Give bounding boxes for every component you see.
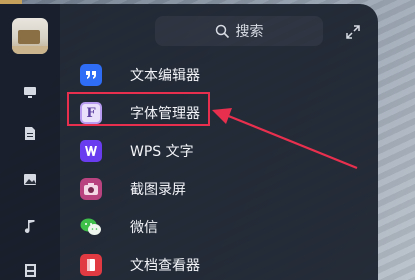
app-label: 微信 (130, 220, 158, 236)
document-icon (25, 126, 35, 140)
avatar[interactable] (12, 18, 48, 54)
music-note-icon (24, 219, 35, 233)
sidebar-item-music[interactable] (22, 217, 38, 233)
search-icon (215, 24, 229, 38)
app-item-wps-writer[interactable]: WPS 文字 (80, 134, 360, 168)
expand-icon[interactable] (346, 25, 360, 39)
app-item-text-editor[interactable]: 文本编辑器 (80, 58, 360, 92)
launcher-sidebar (0, 4, 60, 280)
camera-icon (80, 178, 102, 200)
image-icon (24, 173, 36, 185)
sidebar-item-computer[interactable] (22, 84, 38, 100)
document-icon (80, 254, 102, 276)
wps-w-icon (80, 140, 102, 162)
sidebar-item-documents[interactable] (22, 125, 38, 141)
app-label: 截图录屏 (130, 182, 186, 198)
app-label: 文档查看器 (130, 258, 200, 274)
app-label: 文本编辑器 (130, 68, 200, 84)
film-icon (24, 263, 36, 277)
sidebar-item-pictures[interactable] (22, 171, 38, 187)
app-item-wechat[interactable]: 微信 (80, 210, 360, 244)
app-launcher: 搜索 文本编辑器 F 字体管理器 WPS 文字 截图录屏 微信 文档查看器 (0, 4, 378, 280)
search-box[interactable]: 搜索 (155, 16, 323, 46)
monitor-icon (24, 86, 36, 98)
search-placeholder: 搜索 (235, 24, 264, 40)
wechat-icon (80, 216, 102, 238)
annotation-highlight-box (67, 92, 210, 126)
quote-icon (80, 64, 102, 86)
app-item-screenshot-recorder[interactable]: 截图录屏 (80, 172, 360, 206)
app-item-document-viewer[interactable]: 文档查看器 (80, 248, 360, 280)
app-label: WPS 文字 (130, 144, 194, 160)
sidebar-item-videos[interactable] (22, 262, 38, 278)
